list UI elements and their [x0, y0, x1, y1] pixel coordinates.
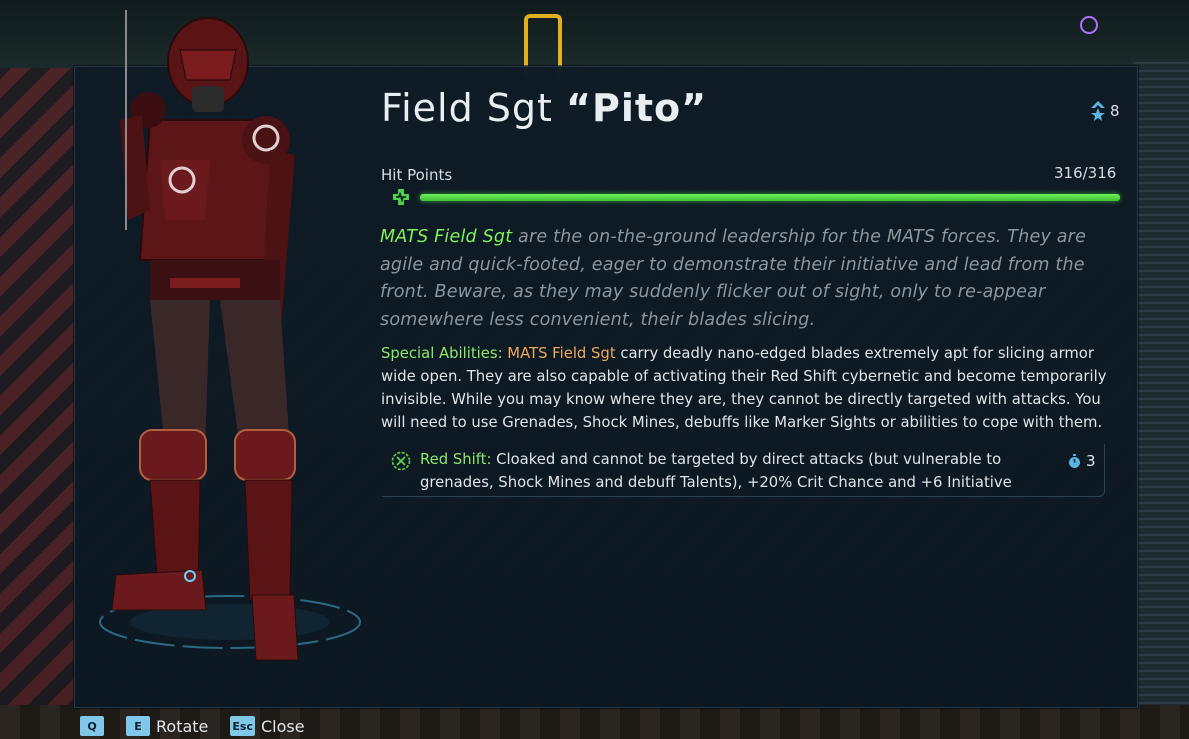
health-cross-icon	[393, 189, 409, 205]
character-model[interactable]	[80, 10, 400, 690]
hit-points-value: 316/316	[1054, 164, 1117, 182]
talent-description: Red Shift: Cloaked and cannot be targete…	[420, 448, 1040, 494]
background-neon-light	[1080, 16, 1098, 34]
rank-level-value: 8	[1110, 102, 1120, 120]
rank-level: 8	[1090, 100, 1120, 122]
close-hint-label: Close	[260, 716, 305, 736]
unit-nickname: “Pito”	[566, 86, 708, 130]
key-esc-badge[interactable]: Esc	[230, 716, 255, 736]
talent-cooldown: 3	[1068, 452, 1096, 470]
rank-chevron-icon	[1091, 101, 1105, 121]
hit-points-label: Hit Points	[381, 166, 453, 184]
stopwatch-icon	[1069, 453, 1080, 468]
special-abilities-label: Special Abilities:	[381, 345, 503, 362]
key-hints-bar: Q E Rotate Esc Close	[80, 716, 305, 736]
key-e-badge[interactable]: E	[126, 716, 150, 736]
unit-lore-text: MATS Field Sgt are the on-the-ground lea…	[380, 224, 1120, 334]
talent-name: Red Shift:	[420, 451, 492, 468]
talent-cooldown-value: 3	[1086, 452, 1096, 470]
background-yellow-light	[524, 14, 562, 74]
special-abilities-text: Special Abilities: MATS Field Sgt carry …	[381, 342, 1126, 434]
key-q-badge[interactable]: Q	[80, 716, 104, 736]
talent-entry[interactable]: Red Shift: Cloaked and cannot be targete…	[382, 444, 1105, 497]
lore-unit-name: MATS Field Sgt	[380, 227, 513, 247]
talent-body: Cloaked and cannot be targeted by direct…	[420, 451, 1012, 491]
background-scene-right	[1133, 60, 1189, 710]
unit-title: Field Sgt “Pito”	[381, 86, 707, 130]
special-abilities-unit-name: MATS Field Sgt	[507, 345, 616, 362]
crossed-circle-icon	[391, 451, 411, 471]
hit-points-bar	[420, 194, 1120, 201]
hit-points-bar-fill	[420, 194, 1120, 201]
rank-title: Field Sgt	[381, 86, 553, 130]
rotate-hint-label: Rotate	[156, 716, 209, 736]
